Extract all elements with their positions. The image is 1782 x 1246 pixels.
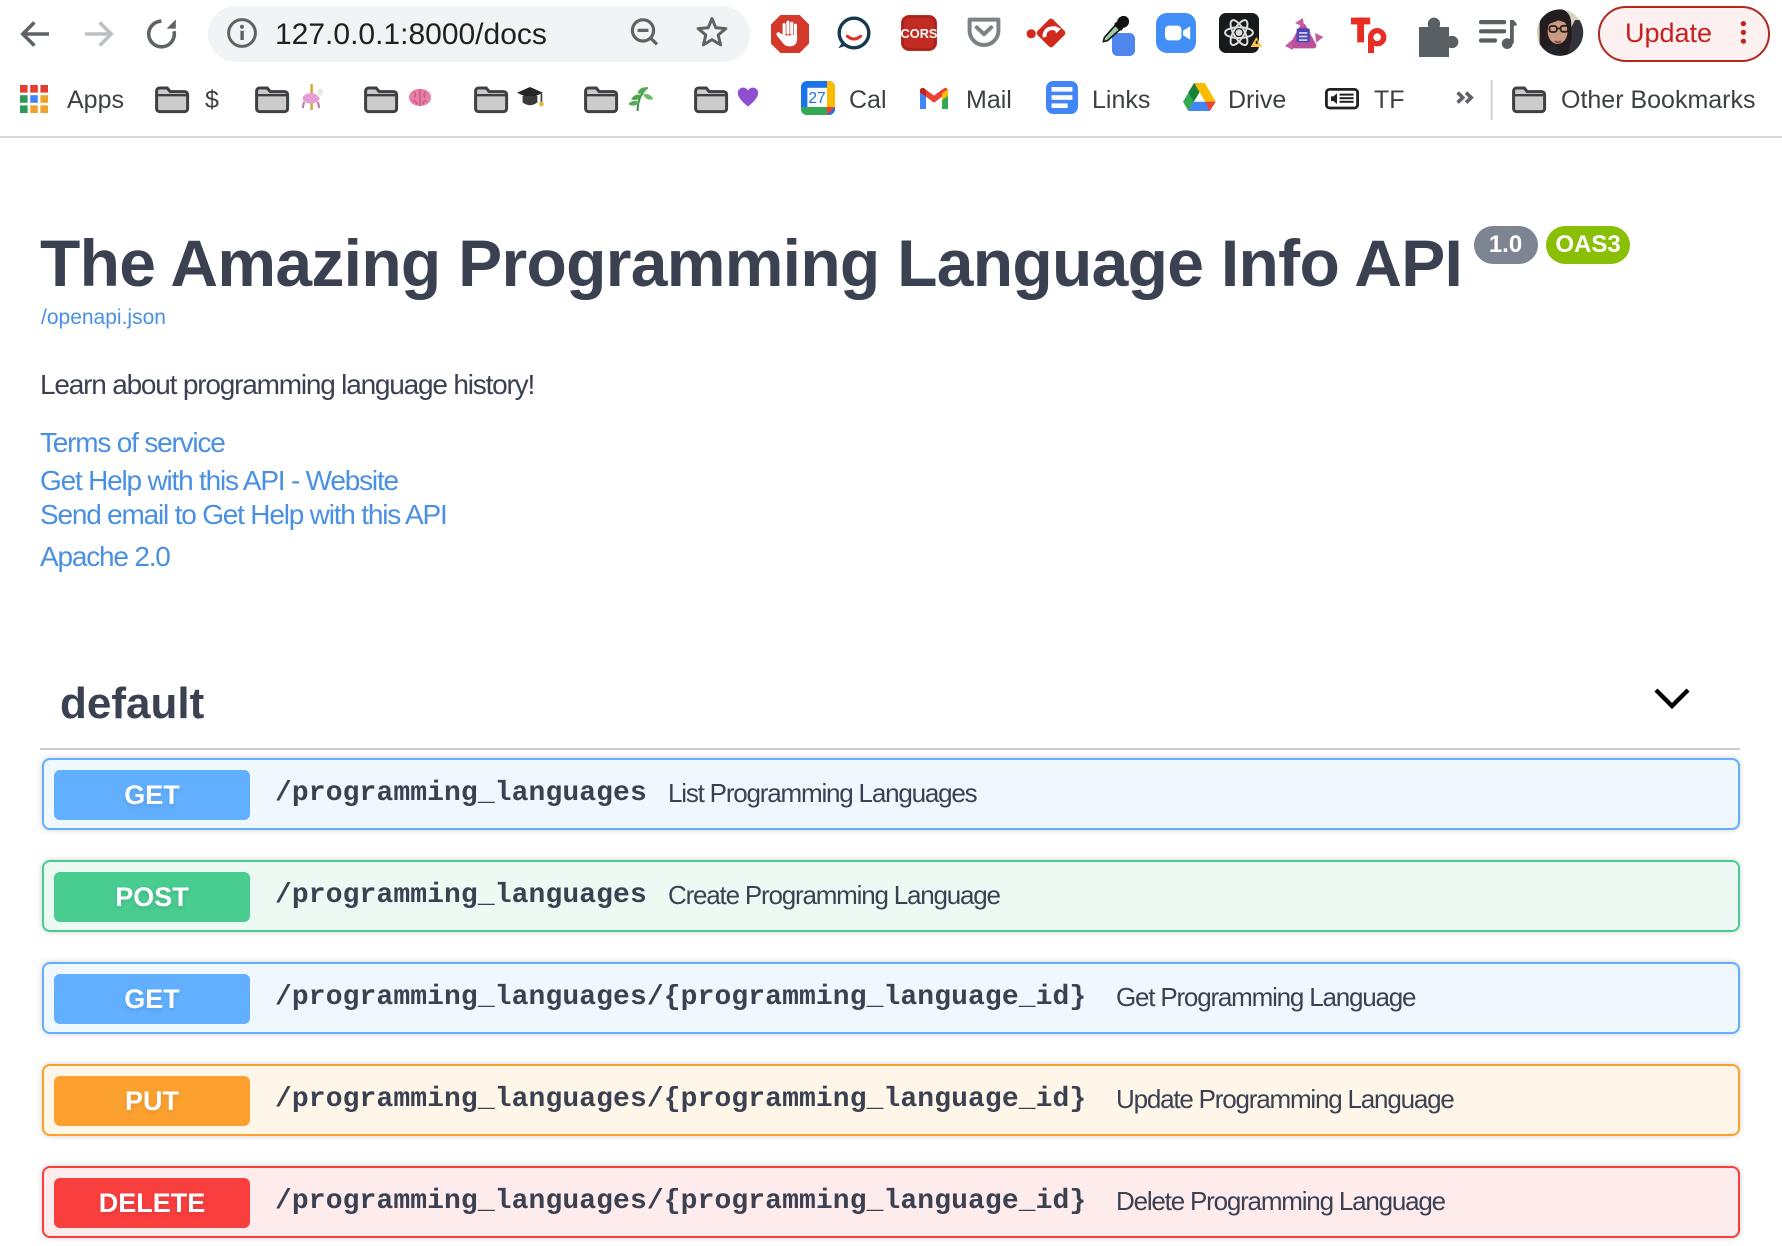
svg-text:CORS: CORS (901, 26, 938, 41)
svg-text:27: 27 (808, 90, 825, 107)
